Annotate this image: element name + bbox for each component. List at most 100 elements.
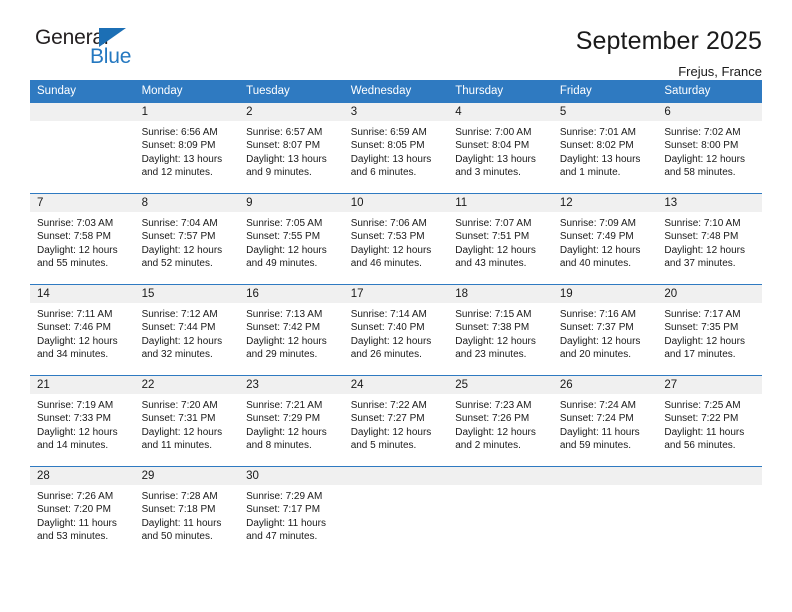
day-details: Sunrise: 7:11 AM Sunset: 7:46 PM Daylight:… [30,303,135,362]
day-detail-line: and 55 minutes. [37,258,109,270]
day-details: Sunrise: 7:28 AM Sunset: 7:18 PM Daylight:… [135,485,240,544]
day-number: 29 [134,467,240,485]
calendar-day-cell[interactable]: 4 Sunrise: 7:00 AM Sunset: 8:04 PM Daylight… [448,102,553,194]
day-detail-line: Sunrise: 6:57 AM [246,127,323,138]
calendar-day-cell[interactable]: 6 Sunrise: 7:02 AM Sunset: 8:00 PM Daylight… [657,102,762,194]
calendar-day-cell[interactable]: 12 Sunrise: 7:09 AM Sunset: 7:49 PM Dayligh… [552,193,658,285]
day-detail-line: and 11 minutes. [141,440,212,452]
calendar-table: Sunday Monday Tuesday Wednesday Thursday… [30,80,762,557]
day-detail-line: Sunset: 7:53 PM [350,231,425,243]
calendar-day-cell[interactable]: 29 Sunrise: 7:28 AM Sunset: 7:18 PM Dayligh… [134,466,240,557]
day-detail-line: Sunrise: 7:09 AM [559,218,636,229]
day-detail-line: Daylight: 12 hours [246,335,327,347]
calendar-day-cell[interactable]: 5 Sunrise: 7:01 AM Sunset: 8:02 PM Daylight… [552,102,658,194]
day-detail-line: Sunrise: 7:26 AM [37,491,114,502]
day-detail-line: Sunrise: 7:22 AM [350,400,427,411]
day-details: Sunrise: 7:06 AM Sunset: 7:53 PM Daylight:… [344,212,449,271]
calendar-day-cell[interactable]: 30 Sunrise: 7:29 AM Sunset: 7:17 PM Dayligh… [239,466,344,557]
day-number: 16 [239,285,344,303]
calendar-day-cell[interactable]: 17 Sunrise: 7:14 AM Sunset: 7:40 PM Dayligh… [343,284,449,376]
calendar-day-cell[interactable]: 15 Sunrise: 7:12 AM Sunset: 7:44 PM Dayligh… [134,284,240,376]
day-detail-line: Daylight: 12 hours [455,244,536,256]
calendar-day-cell[interactable]: 13 Sunrise: 7:10 AM Sunset: 7:48 PM Dayligh… [657,193,762,285]
calendar-day-cell[interactable]: 10 Sunrise: 7:06 AM Sunset: 7:53 PM Dayligh… [343,193,449,285]
calendar-day-cell[interactable]: 7 Sunrise: 7:03 AM Sunset: 7:58 PM Daylight… [30,193,135,285]
calendar-day-cell-empty [657,466,762,557]
day-detail-line: Daylight: 12 hours [350,426,432,438]
weekday-header-monday: Monday [134,80,240,103]
calendar-day-cell[interactable]: 11 Sunrise: 7:07 AM Sunset: 7:51 PM Dayligh… [448,193,553,285]
day-detail-line: Sunset: 8:05 PM [350,140,425,152]
day-detail-line: and 37 minutes. [664,258,736,270]
day-details: Sunrise: 7:07 AM Sunset: 7:51 PM Daylight:… [448,212,553,271]
day-detail-line: Sunrise: 7:10 AM [664,218,741,229]
day-detail-line: and 14 minutes. [37,440,109,452]
day-detail-line: and 26 minutes. [350,349,422,361]
day-detail-line: Sunrise: 7:24 AM [559,400,636,411]
calendar-day-cell[interactable]: 26 Sunrise: 7:24 AM Sunset: 7:24 PM Dayligh… [552,375,658,467]
day-detail-line: Sunset: 8:07 PM [246,140,321,152]
day-details: Sunrise: 7:21 AM Sunset: 7:29 PM Daylight:… [239,394,344,453]
calendar-day-cell[interactable]: 1 Sunrise: 6:56 AM Sunset: 8:09 PM Daylight… [134,102,240,194]
day-details [657,485,762,490]
day-detail-line: Sunrise: 7:21 AM [246,400,323,411]
calendar-week-row: 21 Sunrise: 7:19 AM Sunset: 7:33 PM Dayligh… [30,375,762,467]
calendar-day-cell[interactable]: 20 Sunrise: 7:17 AM Sunset: 7:35 PM Dayligh… [657,284,762,376]
day-detail-line: Sunset: 7:18 PM [141,504,216,516]
calendar-day-cell-empty [343,466,449,557]
day-details: Sunrise: 7:25 AM Sunset: 7:22 PM Daylight:… [657,394,762,453]
day-detail-line: Daylight: 11 hours [37,517,117,529]
day-detail-line: Daylight: 12 hours [37,244,118,256]
day-detail-line: Sunrise: 7:04 AM [141,218,218,229]
calendar-day-cell[interactable]: 23 Sunrise: 7:21 AM Sunset: 7:29 PM Dayligh… [239,375,344,467]
day-detail-line: Sunrise: 7:06 AM [350,218,427,229]
calendar-day-cell[interactable]: 8 Sunrise: 7:04 AM Sunset: 7:57 PM Daylight… [134,193,240,285]
day-detail-line: and 56 minutes. [664,440,736,452]
day-number [448,467,553,485]
calendar-day-cell[interactable]: 22 Sunrise: 7:20 AM Sunset: 7:31 PM Dayligh… [134,375,240,467]
calendar-day-cell[interactable]: 16 Sunrise: 7:13 AM Sunset: 7:42 PM Dayligh… [239,284,344,376]
calendar-week-row: 7 Sunrise: 7:03 AM Sunset: 7:58 PM Daylight… [30,193,762,285]
day-details [30,121,135,126]
calendar-week-row: 14 Sunrise: 7:11 AM Sunset: 7:46 PM Dayligh… [30,284,762,376]
day-detail-line: Sunset: 7:33 PM [37,413,111,425]
day-details: Sunrise: 6:59 AM Sunset: 8:05 PM Daylight:… [344,121,449,180]
day-detail-line: Sunset: 7:26 PM [455,413,530,425]
calendar-day-cell[interactable]: 2 Sunrise: 6:57 AM Sunset: 8:07 PM Daylight… [239,102,344,194]
title-block: September 2025 Frejus, France [576,26,762,80]
day-detail-line: Daylight: 13 hours [141,153,223,165]
day-detail-line: Sunset: 7:17 PM [246,504,321,516]
day-detail-line: and 47 minutes. [246,531,318,543]
logo-text-blue: Blue [90,45,132,68]
day-detail-line: Sunrise: 7:16 AM [559,309,636,320]
day-detail-line: and 17 minutes. [664,349,736,361]
calendar-day-cell[interactable]: 9 Sunrise: 7:05 AM Sunset: 7:55 PM Daylight… [239,193,344,285]
calendar-day-cell[interactable]: 24 Sunrise: 7:22 AM Sunset: 7:27 PM Dayligh… [343,375,449,467]
calendar-day-cell[interactable]: 25 Sunrise: 7:23 AM Sunset: 7:26 PM Dayligh… [448,375,553,467]
calendar-week-row: 1 Sunrise: 6:56 AM Sunset: 8:09 PM Daylight… [30,102,762,194]
calendar-day-cell[interactable]: 14 Sunrise: 7:11 AM Sunset: 7:46 PM Dayligh… [30,284,135,376]
calendar-day-cell[interactable]: 18 Sunrise: 7:15 AM Sunset: 7:38 PM Dayligh… [448,284,553,376]
day-detail-line: Daylight: 12 hours [664,153,745,165]
calendar-day-cell[interactable]: 28 Sunrise: 7:26 AM Sunset: 7:20 PM Dayligh… [30,466,135,557]
day-details: Sunrise: 7:14 AM Sunset: 7:40 PM Daylight:… [344,303,449,362]
page-header: General Blue September 2025 Frejus, Fran… [30,0,762,79]
day-detail-line: and 32 minutes. [141,349,213,361]
day-detail-line: Sunset: 7:49 PM [559,231,634,243]
day-number: 20 [657,285,762,303]
day-number: 24 [343,376,449,394]
day-details: Sunrise: 6:57 AM Sunset: 8:07 PM Daylight:… [239,121,344,180]
day-detail-line: and 9 minutes. [246,167,312,179]
calendar-day-cell[interactable]: 3 Sunrise: 6:59 AM Sunset: 8:05 PM Daylight… [343,102,449,194]
day-details [344,485,449,490]
day-details [448,485,553,490]
day-number: 9 [239,194,344,212]
day-detail-line: and 59 minutes. [559,440,631,452]
day-number: 27 [657,376,762,394]
calendar-day-cell[interactable]: 27 Sunrise: 7:25 AM Sunset: 7:22 PM Dayligh… [657,375,762,467]
calendar-day-cell[interactable]: 19 Sunrise: 7:16 AM Sunset: 7:37 PM Dayligh… [552,284,658,376]
calendar-day-cell[interactable]: 21 Sunrise: 7:19 AM Sunset: 7:33 PM Dayligh… [30,375,135,467]
day-details: Sunrise: 7:13 AM Sunset: 7:42 PM Daylight:… [239,303,344,362]
day-number: 10 [343,194,449,212]
weekday-header-thursday: Thursday [448,80,553,103]
